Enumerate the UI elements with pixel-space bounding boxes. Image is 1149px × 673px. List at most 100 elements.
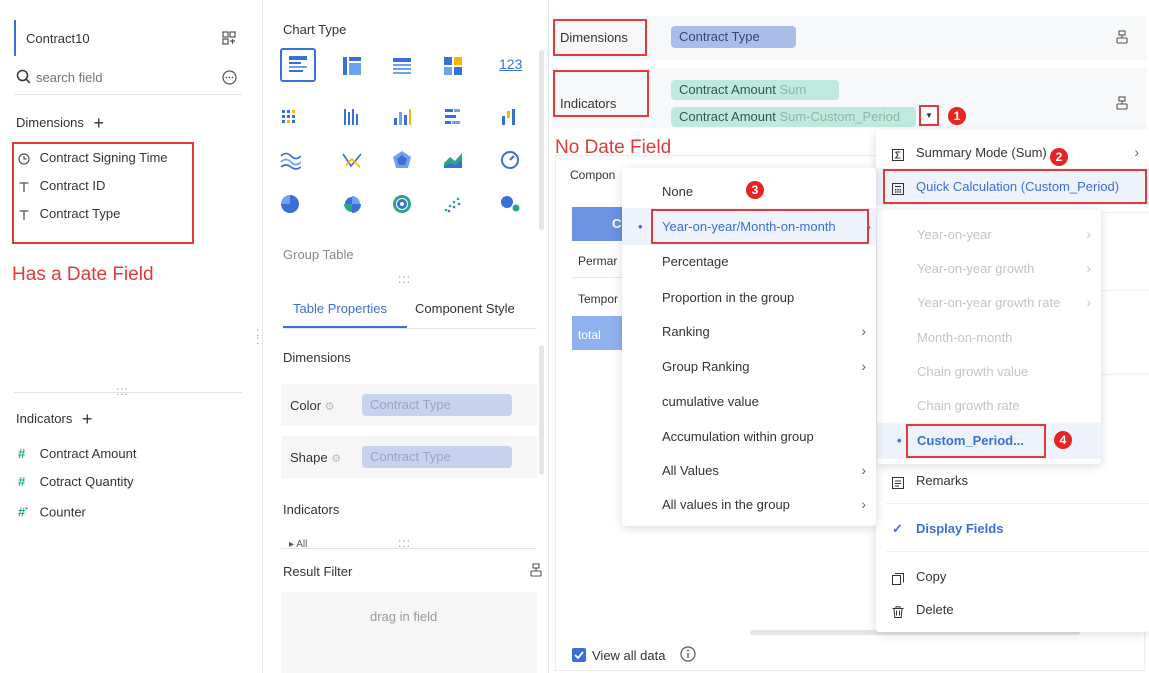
settings-icon[interactable]: ⚙ xyxy=(331,453,341,465)
dimension-field-item[interactable]: Contract ID xyxy=(18,172,105,200)
calc-item-accumulation-group[interactable]: Accumulation within group xyxy=(622,419,876,454)
chart-type-rose[interactable] xyxy=(341,193,363,218)
chart-type-scrollbar[interactable] xyxy=(539,50,544,230)
calc-item-all-values[interactable]: All Values › xyxy=(622,453,876,488)
column-chart-icon xyxy=(394,109,411,125)
calculator-icon xyxy=(892,170,904,205)
sigma-icon xyxy=(892,136,904,171)
calc-item-none[interactable]: None xyxy=(622,174,876,209)
calc-item-percentage[interactable]: Percentage xyxy=(622,244,876,279)
menu-item-display-fields[interactable]: ✓ Display Fields xyxy=(876,511,1149,546)
indicators-header: Indicators + xyxy=(16,409,93,430)
chart-type-scatter[interactable] xyxy=(442,193,464,218)
menu-item-remarks[interactable]: Remarks xyxy=(876,463,1149,498)
calc-item-group-ranking[interactable]: Group Ranking › xyxy=(622,349,876,384)
color-field-pill[interactable]: Contract Type xyxy=(362,394,512,416)
chart-type-line[interactable] xyxy=(279,149,302,174)
chart-type-scatter-bar[interactable] xyxy=(279,106,301,131)
shape-field-pill[interactable]: Contract Type xyxy=(362,446,512,468)
indicator-dropdown-button[interactable]: ▼ xyxy=(919,105,939,126)
dimensions-header: Dimensions + xyxy=(16,113,104,134)
filter-settings-icon[interactable] xyxy=(529,563,543,580)
resize-handle-icon[interactable]: :: xyxy=(256,326,260,346)
chart-config-panel: Chart Type 123 Group Table::: Table Pro… xyxy=(264,0,548,673)
clock-icon xyxy=(18,144,36,172)
check-icon: ✓ xyxy=(892,521,903,536)
indicator-field-item[interactable]: # Contract Amount xyxy=(18,440,136,468)
add-indicator-icon[interactable]: + xyxy=(82,409,93,429)
panel-divider xyxy=(548,0,549,673)
chart-type-detail-table[interactable] xyxy=(391,55,413,80)
chart-type-grouped-bar[interactable] xyxy=(341,106,363,131)
view-all-data-label: View all data xyxy=(592,648,666,663)
chart-type-gauge[interactable] xyxy=(499,149,521,174)
chart-type-radar[interactable] xyxy=(391,149,413,174)
settings-icon[interactable]: ⚙ xyxy=(325,401,335,413)
more-options-icon[interactable] xyxy=(222,69,237,85)
indicator-field-item[interactable]: # Cotract Quantity xyxy=(18,468,134,496)
group-table-caption: Group Table xyxy=(283,247,354,262)
splitter-handle-icon[interactable]: ::: xyxy=(398,272,411,286)
splitter-handle-icon[interactable]: ::: xyxy=(116,384,129,398)
chart-type-kpi-card[interactable] xyxy=(442,55,464,80)
chart-type-area[interactable] xyxy=(442,149,464,174)
chart-type-number[interactable]: 123 xyxy=(499,56,522,72)
table-row-label: Permar xyxy=(578,254,618,268)
dimension-tag[interactable]: Contract Type xyxy=(671,26,796,48)
dimension-field-item[interactable]: Contract Signing Time xyxy=(18,144,168,172)
calc-item-all-values-group[interactable]: All values in the group › xyxy=(622,487,876,522)
rose-chart-icon xyxy=(344,196,361,213)
menu-item-delete[interactable]: Delete xyxy=(876,592,1149,627)
indicator-field-item[interactable]: #• Counter xyxy=(18,496,86,524)
dimension-settings-icon[interactable] xyxy=(1115,30,1129,47)
add-dimension-icon[interactable]: + xyxy=(94,113,105,133)
submenu-item-year-on-year[interactable]: Year-on-year › xyxy=(877,217,1101,252)
chart-type-bubble[interactable] xyxy=(499,193,521,218)
chart-type-group-table[interactable] xyxy=(280,48,316,82)
check-icon xyxy=(574,651,584,660)
indicator-field-label: Contract Amount xyxy=(39,446,137,461)
menu-item-quick-calculation[interactable]: Quick Calculation (Custom_Period) xyxy=(876,169,1149,204)
calc-item-ranking[interactable]: Ranking › xyxy=(622,314,876,349)
section-divider xyxy=(281,548,537,549)
grouped-bar-icon xyxy=(344,109,358,125)
menu-item-copy[interactable]: Copy xyxy=(876,559,1149,594)
dot-matrix-icon xyxy=(282,110,295,123)
calc-item-proportion-group[interactable]: Proportion in the group xyxy=(622,280,876,315)
all-indicators-toggle[interactable]: ▸ All xyxy=(289,539,307,547)
dimension-field-item[interactable]: Contract Type xyxy=(18,200,120,228)
chart-type-waterfall[interactable] xyxy=(499,106,521,131)
submenu-item-chain-growth-value[interactable]: Chain growth value xyxy=(877,354,1101,389)
submenu-item-chain-growth-rate[interactable]: Chain growth rate xyxy=(877,388,1101,423)
submenu-item-yoy-growth-rate[interactable]: Year-on-year growth rate › xyxy=(877,285,1101,320)
component-title: Compon xyxy=(570,168,616,182)
chart-type-cross-table[interactable] xyxy=(341,55,363,80)
radar-chart-icon xyxy=(393,151,411,168)
chart-type-radar-line[interactable] xyxy=(341,149,363,174)
info-icon[interactable] xyxy=(680,646,696,665)
submenu-item-month-on-month[interactable]: Month-on-month xyxy=(877,320,1101,355)
indicator-field-label: Cotract Quantity xyxy=(39,474,134,489)
tab-table-properties[interactable]: Table Properties xyxy=(293,301,387,316)
calc-item-cumulative-value[interactable]: cumulative value xyxy=(622,384,876,419)
tab-component-style[interactable]: Component Style xyxy=(415,301,515,316)
remarks-icon xyxy=(892,464,904,499)
result-filter-dropzone[interactable] xyxy=(281,592,537,673)
chart-type-pie[interactable] xyxy=(279,193,301,218)
search-input[interactable] xyxy=(36,66,206,88)
step-badge-4: 4 xyxy=(1054,431,1072,449)
cross-table-icon xyxy=(343,57,361,75)
chart-type-sunburst[interactable] xyxy=(391,193,413,218)
menu-item-summary-mode[interactable]: Summary Mode (Sum) › xyxy=(876,135,1149,170)
indicator-settings-icon[interactable] xyxy=(1115,96,1129,113)
properties-scrollbar[interactable] xyxy=(539,345,544,475)
submenu-item-yoy-growth[interactable]: Year-on-year growth › xyxy=(877,251,1101,286)
search-icon xyxy=(16,68,31,84)
chart-type-horizontal-bar[interactable] xyxy=(442,106,464,131)
switch-dataset-icon[interactable] xyxy=(222,29,236,45)
indicator-tag-custom-period[interactable]: Contract Amount Sum-Custom_Period xyxy=(671,107,916,127)
chart-type-column[interactable] xyxy=(391,106,413,131)
indicator-tag-sum[interactable]: Contract Amount Sum xyxy=(671,80,839,100)
view-all-data-checkbox[interactable] xyxy=(572,648,586,662)
detail-table-icon xyxy=(393,58,411,74)
